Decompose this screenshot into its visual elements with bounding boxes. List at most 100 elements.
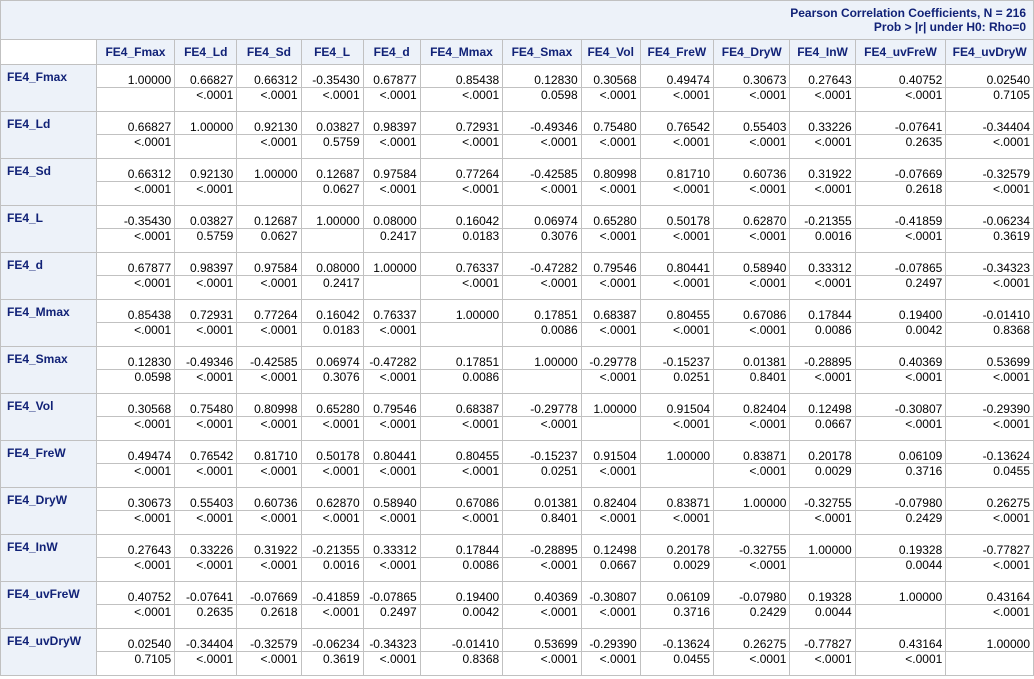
correlation-value: 0.68387 — [419, 393, 504, 417]
p-value: <.0001 — [419, 510, 504, 535]
p-value: <.0001 — [639, 181, 715, 206]
p-value: <.0001 — [419, 416, 504, 441]
p-value: <.0001 — [95, 228, 176, 253]
correlation-value: 0.76337 — [362, 299, 421, 323]
correlation-value: 0.92130 — [236, 111, 302, 135]
correlation-value: 0.76337 — [419, 252, 504, 276]
p-value: <.0001 — [854, 228, 947, 253]
correlation-value: 0.19328 — [854, 534, 947, 558]
correlation-value: 0.97584 — [236, 252, 302, 276]
p-value: <.0001 — [713, 275, 791, 300]
correlation-value: 0.43164 — [854, 628, 947, 652]
p-value: <.0001 — [236, 463, 302, 488]
p-value: 0.2635 — [174, 604, 238, 629]
p-value: <.0001 — [789, 87, 856, 112]
column-header: FE4_FreW — [639, 39, 715, 65]
p-value: <.0001 — [713, 134, 791, 159]
correlation-value: 0.80441 — [362, 440, 421, 464]
p-value — [502, 369, 582, 394]
p-value: <.0001 — [174, 369, 238, 394]
p-value: 0.8368 — [419, 651, 504, 676]
p-value: 0.3619 — [300, 651, 364, 676]
correlation-value: 1.00000 — [854, 581, 947, 605]
p-value: <.0001 — [945, 134, 1034, 159]
correlation-value: 0.49474 — [639, 64, 715, 88]
table-row: FE4_FreW 0.49474 0.76542 0.81710 0.50178 0.80… — [0, 440, 1034, 488]
p-value: <.0001 — [502, 181, 582, 206]
p-value: <.0001 — [95, 322, 176, 347]
p-value-row: <.0001 <.0001 <.0001 0.0183 <.0001 0.0086 <.00… — [1, 322, 1034, 347]
correlation-value: 0.60736 — [713, 158, 791, 182]
correlation-value: 0.17851 — [419, 346, 504, 370]
p-value: <.0001 — [713, 651, 791, 676]
p-value: <.0001 — [854, 416, 947, 441]
p-value: <.0001 — [580, 369, 641, 394]
p-value: <.0001 — [362, 87, 421, 112]
correlation-value: 0.82404 — [580, 487, 641, 511]
p-value — [789, 557, 856, 582]
correlation-value: 1.00000 — [502, 346, 582, 370]
p-value: <.0001 — [789, 181, 856, 206]
p-value: <.0001 — [945, 604, 1034, 629]
correlation-value: -0.07669 — [236, 581, 302, 605]
correlation-value: 0.66827 — [95, 111, 176, 135]
p-value: <.0001 — [713, 87, 791, 112]
p-value: 0.7105 — [945, 87, 1034, 112]
row-header: FE4_Sd — [0, 158, 97, 206]
p-value: <.0001 — [236, 369, 302, 394]
correlation-value: 0.92130 — [174, 158, 238, 182]
p-value-row: <.0001 0.5759 0.0627 0.2417 0.0183 0.3076 <.00… — [1, 228, 1034, 253]
p-value-row: <.0001 <.0001 <.0001 <.0001 <.0001 <.0001 0.84… — [1, 510, 1034, 535]
correlation-value: 0.81710 — [236, 440, 302, 464]
correlation-value: 0.40752 — [95, 581, 176, 605]
correlation-value: 0.43164 — [945, 581, 1034, 605]
correlation-value: -0.32579 — [945, 158, 1034, 182]
p-value: <.0001 — [502, 651, 582, 676]
p-value: <.0001 — [236, 510, 302, 535]
table-row: FE4_Vol 0.30568 0.75480 0.80998 0.65280 0.795… — [0, 393, 1034, 441]
p-value: <.0001 — [502, 134, 582, 159]
p-value: 0.0183 — [419, 228, 504, 253]
p-value: <.0001 — [580, 134, 641, 159]
correlation-value: 0.80998 — [580, 158, 641, 182]
table-row: FE4_Sd 0.66312 0.92130 1.00000 0.12687 0.9758… — [0, 158, 1034, 206]
table-row: FE4_Ld 0.66827 1.00000 0.92130 0.03827 0.9839… — [0, 111, 1034, 159]
p-value: 0.0455 — [945, 463, 1034, 488]
correlation-value: 0.03827 — [300, 111, 364, 135]
p-value-row: 0.0598 <.0001 <.0001 0.3076 <.0001 0.0086 <.00… — [1, 369, 1034, 394]
p-value: <.0001 — [419, 181, 504, 206]
correlation-value: 0.30673 — [713, 64, 791, 88]
p-value: 0.2417 — [300, 275, 364, 300]
correlation-value: 0.80455 — [419, 440, 504, 464]
p-value: <.0001 — [174, 275, 238, 300]
correlation-value: 1.00000 — [174, 111, 238, 135]
correlation-value: 1.00000 — [300, 205, 364, 229]
correlation-value: -0.06234 — [300, 628, 364, 652]
p-value: 0.0086 — [419, 369, 504, 394]
p-value: <.0001 — [95, 557, 176, 582]
correlation-value: 0.55403 — [174, 487, 238, 511]
p-value: 0.2429 — [713, 604, 791, 629]
correlation-value: 0.58940 — [362, 487, 421, 511]
p-value: <.0001 — [713, 322, 791, 347]
correlation-value: 0.67877 — [95, 252, 176, 276]
correlation-value: 0.85438 — [419, 64, 504, 88]
p-value-row: <.0001 <.0001 <.0001 <.0001 <.0001 0.0598 <.00… — [1, 87, 1034, 112]
correlation-value: 0.65280 — [300, 393, 364, 417]
title-line-2: Prob > |r| under H0: Rho=0 — [873, 20, 1026, 34]
p-value: <.0001 — [639, 510, 715, 535]
p-value: <.0001 — [236, 275, 302, 300]
p-value: <.0001 — [174, 322, 238, 347]
correlation-value: 0.01381 — [713, 346, 791, 370]
p-value: 0.0183 — [300, 322, 364, 347]
p-value: <.0001 — [300, 87, 364, 112]
correlation-value: 0.12830 — [502, 64, 582, 88]
p-value: <.0001 — [580, 651, 641, 676]
correlation-value: 0.33226 — [789, 111, 856, 135]
p-value: 0.0086 — [789, 322, 856, 347]
correlation-value: -0.49346 — [502, 111, 582, 135]
correlation-value: 0.06109 — [854, 440, 947, 464]
p-value: <.0001 — [789, 651, 856, 676]
correlation-value: -0.01410 — [419, 628, 504, 652]
correlation-value: 0.33226 — [174, 534, 238, 558]
